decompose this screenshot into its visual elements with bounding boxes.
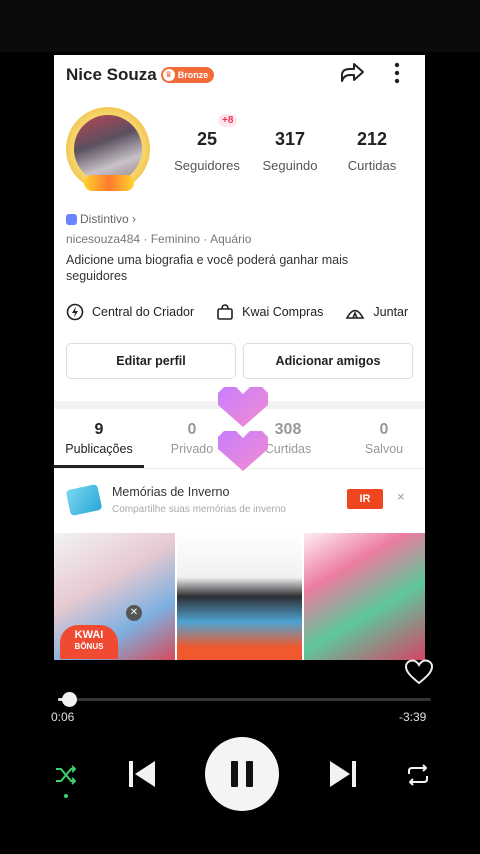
floating-hearts-sticker [218,387,268,471]
profile-screen: Nice Souza ♛ Bronze +8 25 Seguidores 317… [54,55,425,660]
shop-icon [217,304,233,320]
profile-header: Nice Souza ♛ Bronze [66,63,215,87]
likes-label: Curtidas [347,158,397,173]
avatar-photo [74,115,142,183]
heart-icon[interactable] [404,658,434,686]
memories-icon [65,483,103,517]
elapsed-time: 0:06 [51,710,75,724]
next-icon[interactable] [328,758,358,790]
tab-label: Salvou [364,442,404,456]
following-label: Seguindo [262,158,318,173]
profile-meta: nicesouza484 · Feminino · Aquário [66,232,252,246]
previous-icon[interactable] [127,758,157,790]
edit-profile-button[interactable]: Editar perfil [66,343,236,379]
avatar-decoration [84,175,134,191]
video-thumbnail[interactable]: KWAI BÔNUS ✕ [54,533,175,660]
remaining-time: -3:39 [399,710,427,724]
tool-label: Central do Criador [92,305,195,319]
follower-increase-badge: +8 [218,114,238,127]
distintivo-icon [66,213,77,225]
kwai-sub-label: BÔNUS [74,642,104,651]
kwai-bonus-badge[interactable]: KWAI BÔNUS [60,625,118,659]
share-icon[interactable] [338,59,366,87]
tool-join[interactable]: Juntar [345,303,408,321]
badge-label: Bronze [177,70,209,80]
stat-following[interactable]: 317 Seguindo [254,129,326,173]
pause-icon [231,761,253,787]
profile-bio[interactable]: Adicione uma biografia e você poderá gan… [66,252,396,284]
shuffle-active-indicator [64,794,68,798]
creator-icon [66,303,84,321]
repeat-icon[interactable] [405,763,431,787]
top-bar [0,0,480,52]
distintivo-label: Distintivo [80,212,129,226]
tool-label: Kwai Compras [242,305,324,319]
followers-count: 25 [196,129,218,149]
tab-count: 0 [379,421,389,438]
tab-salvou[interactable]: 0 Salvou [339,421,425,456]
video-thumbnail[interactable] [177,533,302,660]
tab-publicacoes[interactable]: 9 Publicações [54,421,144,456]
video-thumbnail[interactable] [304,533,425,660]
likes-count: 212 [356,129,388,149]
distintivo-link[interactable]: Distintivo › [66,212,136,226]
close-icon[interactable]: × [397,489,405,504]
level-badge[interactable]: ♛ Bronze [160,67,215,83]
tool-label: Juntar [373,305,409,319]
memories-go-button[interactable]: IR [347,489,383,509]
creator-tools: Central do Criador Kwai Compras Juntar [66,301,425,323]
more-icon[interactable] [390,59,404,87]
medal-icon: ♛ [162,69,175,81]
chevron-right-icon: › [128,212,137,226]
add-friends-button[interactable]: Adicionar amigos [243,343,413,379]
pause-button[interactable] [205,737,279,811]
stat-likes[interactable]: 212 Curtidas [338,129,406,173]
tool-kwai-shop[interactable]: Kwai Compras [216,303,323,321]
memories-title: Memórias de Inverno [112,485,230,499]
tab-label: Publicações [65,442,133,456]
shuffle-icon[interactable] [54,763,78,787]
memories-subtitle: Compartilhe suas memórias de inverno [112,504,286,515]
tent-icon [346,309,365,319]
tool-creator-center[interactable]: Central do Criador [66,303,194,321]
kwai-label: KWAI [74,629,104,641]
profile-name: Nice Souza [66,65,157,84]
avatar[interactable] [64,105,152,197]
close-icon[interactable]: ✕ [126,605,142,621]
stat-followers[interactable]: 25 Seguidores [168,129,246,173]
following-count: 317 [274,129,306,149]
memories-banner[interactable]: Memórias de Inverno Compartilhe suas mem… [54,475,425,531]
progress-knob[interactable] [62,692,77,707]
tab-count: 9 [94,421,104,438]
progress-track[interactable] [58,698,431,701]
followers-label: Seguidores [174,158,240,173]
